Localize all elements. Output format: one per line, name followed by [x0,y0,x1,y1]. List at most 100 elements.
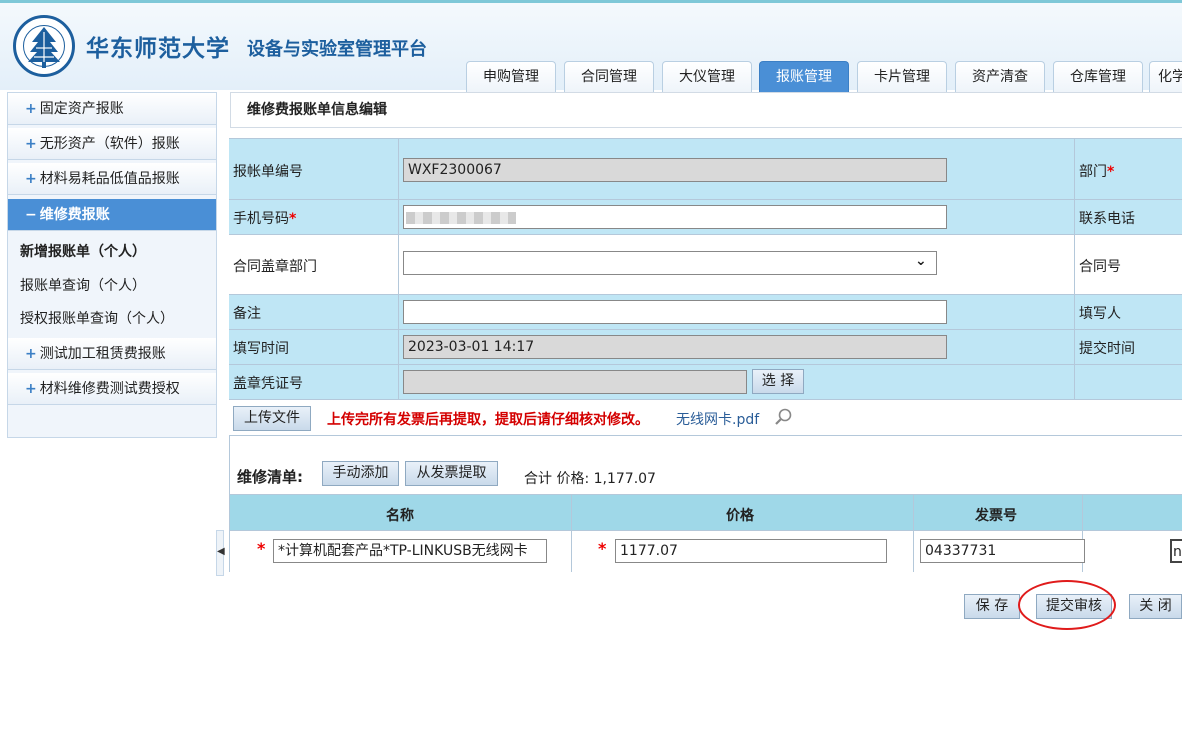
sidebar-item-label: 材料易耗品低值品报账 [39,171,180,187]
sidebar-sub-bill-query[interactable]: 报账单查询（个人） [20,275,146,295]
sidebar: + 固定资产报账 + 无形资产（软件）报账 + 材料易耗品低值品报账 − 维修费报账 新… [7,92,217,438]
manual-add-button[interactable]: 手动添加 [322,461,399,486]
sidebar-item-fixed-asset[interactable]: + 固定资产报账 [8,93,216,125]
select-button[interactable]: 选 择 [752,369,804,394]
divider [1074,139,1075,199]
triangle-left-icon: ◀ [217,546,225,557]
dept-label: 部门* [1079,161,1114,181]
sidebar-item-label: 固定资产报账 [39,101,124,117]
bill-no-field: WXF2300067 [403,158,947,182]
sidebar-item-test-rent[interactable]: + 测试加工租赁费报账 [8,338,216,370]
item-extra-input[interactable]: n [1170,539,1182,563]
tab-chemical[interactable]: 化学 [1149,61,1182,93]
save-button[interactable]: 保 存 [964,594,1020,619]
required-mark: * [257,539,266,558]
tab-contract[interactable]: 合同管理 [564,61,654,93]
divider [913,495,914,532]
divider [1074,365,1075,399]
item-name-input[interactable]: *计算机配套产品*TP-LINKUSB无线网卡 [273,539,547,563]
tab-large-instrument[interactable]: 大仪管理 [662,61,752,93]
tab-card[interactable]: 卡片管理 [857,61,947,93]
repair-list: 维修清单: 手动添加 从发票提取 合计 价格: 1,177.07 名称 价格 发… [229,435,1182,572]
form-row-bill-no: 报帐单编号 WXF2300067 部门* [229,139,1182,200]
invoice-file-link[interactable]: 无线网卡.pdf [676,409,759,429]
bill-no-label: 报帐单编号 [233,164,303,180]
fill-time-label: 填写时间 [233,341,289,357]
close-button[interactable]: 关 闭 [1129,594,1182,619]
item-invoice-input[interactable]: 04337731 [920,539,1085,563]
sidebar-item-materials[interactable]: + 材料易耗品低值品报账 [8,163,216,195]
divider [398,139,399,199]
upload-row: 上传文件 上传完所有发票后再提取，提取后请仔细核对修改。 无线网卡.pdf [229,404,1182,434]
col-name: 名称 [386,508,414,524]
divider [571,495,572,532]
dept-label-text: 部门 [1079,164,1107,180]
highlight-circle [1018,580,1116,630]
tab-purchase[interactable]: 申购管理 [466,61,556,93]
sidebar-item-label: 材料维修费测试费授权 [39,381,180,397]
total-price: 合计 价格: 1,177.07 [524,471,656,487]
divider [398,200,399,234]
sidebar-item-label: 维修费报账 [39,207,110,223]
sidebar-item-auth[interactable]: + 材料维修费测试费授权 [8,373,216,405]
chevron-down-icon: ⌄ [915,253,927,269]
tab-warehouse[interactable]: 仓库管理 [1053,61,1143,93]
seal-no-label: 盖章凭证号 [233,376,303,392]
seal-dept-label: 合同盖章部门 [233,259,317,275]
divider [398,235,399,294]
divider [1074,295,1075,329]
university-name: 华东师范大学 [86,36,230,62]
main-content: 维修费报账单信息编辑 报帐单编号 WXF2300067 部门* 手机号码* 联系… [216,90,1182,742]
phone-label: 手机号码* [233,208,296,228]
header: 华东师范大学 设备与实验室管理平台 申购管理 合同管理 大仪管理 报账管理 卡片… [0,0,1182,93]
upload-tip: 上传完所有发票后再提取，提取后请仔细核对修改。 [327,412,649,428]
submit-time-label: 提交时间 [1079,341,1135,357]
upload-file-button[interactable]: 上传文件 [233,406,311,431]
plus-icon: + [25,136,37,152]
blurred-phone [406,212,516,224]
col-price: 价格 [726,508,754,524]
col-invoice: 发票号 [975,508,1017,524]
contract-no-label: 合同号 [1079,259,1121,275]
required-mark: * [289,211,297,227]
sidebar-collapse-handle[interactable]: ◀ [216,530,225,576]
sidebar-item-repair[interactable]: − 维修费报账 [8,199,216,231]
form-row-phone: 手机号码* 联系电话 [229,200,1182,235]
divider [398,330,399,364]
divider [398,365,399,399]
magnifier-icon[interactable] [773,407,793,427]
form-row-seal-dept: 合同盖章部门 ⌄ 合同号 [229,235,1182,295]
extract-from-invoice-button[interactable]: 从发票提取 [405,461,498,486]
pine-tree-icon [28,27,60,68]
university-logo [13,15,75,77]
grid-header: 名称 价格 发票号 [230,494,1182,532]
tab-reimbursement[interactable]: 报账管理 [759,61,849,93]
required-mark: * [598,539,607,558]
sidebar-sub-new-bill[interactable]: 新增报账单（个人） [20,241,146,261]
remark-label: 备注 [233,306,261,322]
plus-icon: + [25,381,37,397]
divider [398,295,399,329]
sidebar-item-label: 测试加工租赁费报账 [39,346,166,362]
table-row: * *计算机配套产品*TP-LINKUSB无线网卡 * 1177.07 0433… [230,531,1182,572]
remark-input[interactable] [403,300,947,324]
required-mark: * [1107,164,1115,180]
phone-input[interactable] [403,205,947,229]
sidebar-item-intangible-asset[interactable]: + 无形资产（软件）报账 [8,128,216,160]
plus-icon: + [25,346,37,362]
filler-label: 填写人 [1079,306,1121,322]
plus-icon: + [25,101,37,117]
platform-name: 设备与实验室管理平台 [247,39,427,60]
item-price-input[interactable]: 1177.07 [615,539,887,563]
page-title: 维修费报账单信息编辑 [230,92,1182,128]
seal-dept-select[interactable] [403,251,937,275]
fill-time-field: 2023-03-01 14:17 [403,335,947,359]
sidebar-sub-auth-query[interactable]: 授权报账单查询（个人） [20,308,174,328]
contact-label: 联系电话 [1079,211,1135,227]
phone-label-text: 手机号码 [233,211,289,227]
minus-icon: − [25,207,37,223]
divider [1074,200,1075,234]
tab-asset-check[interactable]: 资产清查 [955,61,1045,93]
bill-form: 报帐单编号 WXF2300067 部门* 手机号码* 联系电话 合同盖章部门 ⌄… [229,138,1182,400]
form-row-seal-no: 盖章凭证号 选 择 [229,365,1182,400]
